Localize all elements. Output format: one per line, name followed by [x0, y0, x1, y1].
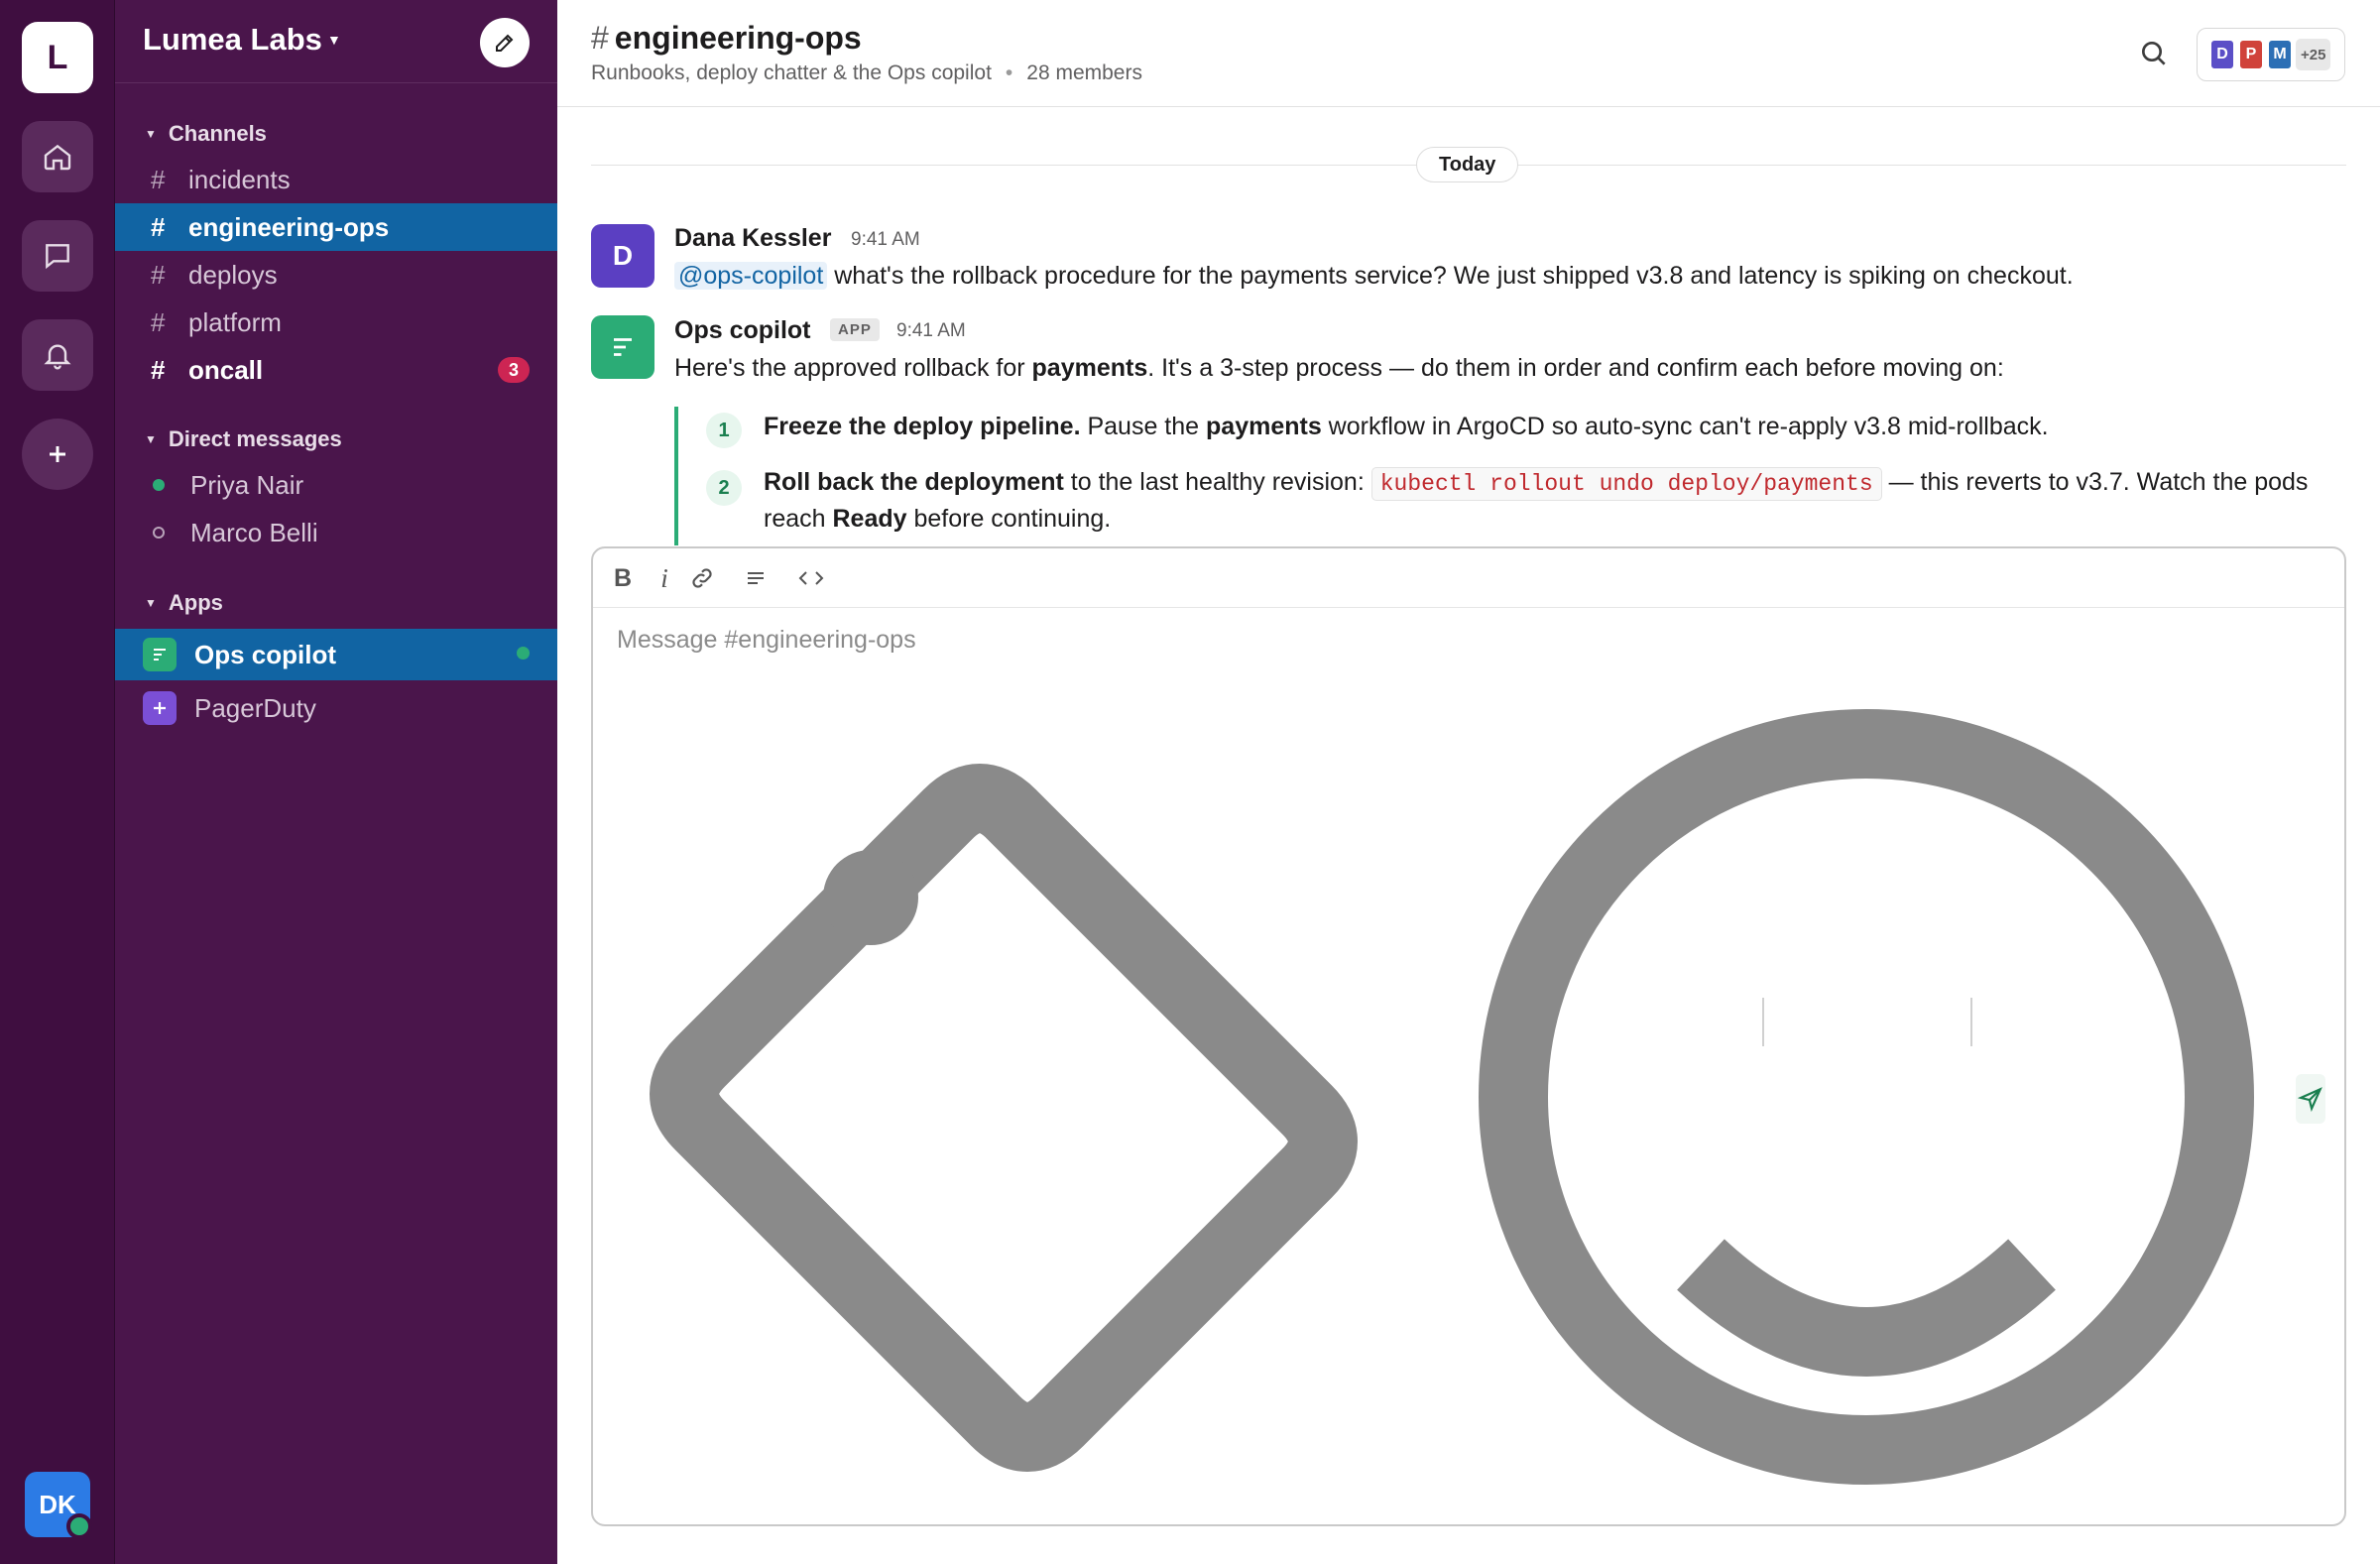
step-number: 1 — [706, 413, 742, 448]
emoji-icon[interactable] — [1479, 709, 2254, 1485]
steps-blockquote-bar — [674, 407, 678, 545]
sidebar-item-label: incidents — [188, 164, 291, 194]
day-divider[interactable]: Today — [1416, 147, 1519, 182]
away-status-icon — [153, 527, 165, 539]
members-button[interactable]: D P M +25 — [2197, 28, 2345, 81]
message-timestamp[interactable]: 9:41 AM — [851, 229, 920, 251]
sidebar-item-engineering-ops[interactable]: # engineering-ops — [115, 203, 557, 251]
workspace-logo[interactable]: L — [22, 22, 93, 93]
list-icon[interactable] — [738, 560, 774, 596]
sidebar-item-label: PagerDuty — [194, 692, 316, 723]
activity-button[interactable] — [22, 319, 93, 391]
channel-header: # engineering-ops Runbooks, deploy chatte… — [557, 0, 2380, 107]
member-avatar: P — [2238, 39, 2264, 70]
message-body: Here's the approved rollback for payment… — [674, 354, 2004, 382]
app-tag: APP — [830, 318, 880, 341]
code-icon[interactable] — [793, 560, 829, 596]
step-text: Freeze the deploy pipeline. Pause the pa… — [764, 413, 2049, 440]
member-avatar: D — [2209, 39, 2235, 70]
message-author[interactable]: Dana Kessler — [674, 224, 831, 253]
ops-copilot-avatar[interactable] — [591, 315, 654, 379]
workspace-name[interactable]: Lumea Labs — [143, 22, 322, 58]
step-text-continued: reach Ready before continuing. — [764, 505, 1112, 533]
sidebar-item-label: Ops copilot — [194, 639, 336, 669]
sidebar: Lumea Labs ▼ ▼ Channels # incidents # engin… — [115, 0, 557, 1564]
chat-bubble-icon — [46, 244, 69, 270]
plus-icon — [50, 446, 65, 462]
sidebar-item-label: platform — [188, 306, 282, 337]
step-text: Roll back the deployment to the last hea… — [764, 467, 2308, 501]
collapse-caret-icon: ▼ — [145, 127, 157, 141]
ops-copilot-app-icon — [143, 638, 177, 671]
bold-icon[interactable]: B — [605, 560, 641, 596]
dms-button[interactable] — [22, 220, 93, 292]
add-workspace-button[interactable] — [22, 419, 93, 490]
sidebar-item-oncall[interactable]: # oncall 3 — [115, 346, 557, 394]
pagerduty-app-icon — [143, 691, 177, 725]
message-timestamp[interactable]: 9:41 AM — [896, 320, 966, 342]
sidebar-header: Lumea Labs ▼ — [115, 0, 557, 83]
hash-icon: # — [151, 164, 166, 194]
sidebar-item-priya-nair[interactable]: Priya Nair — [115, 461, 557, 509]
channels-section-header[interactable]: ▼ Channels — [145, 121, 267, 147]
search-icon[interactable] — [2138, 38, 2170, 69]
sidebar-item-ops-copilot[interactable]: Ops copilot — [115, 629, 557, 680]
unread-badge: 3 — [498, 357, 530, 383]
sidebar-item-platform[interactable]: # platform — [115, 299, 557, 346]
message-body: @ops-copilot what's the rollback procedu… — [674, 262, 2074, 291]
collapse-caret-icon: ▼ — [145, 432, 157, 446]
sidebar-item-deploys[interactable]: # deploys — [115, 251, 557, 299]
hash-icon: # — [151, 211, 166, 242]
tag-icon[interactable] — [650, 764, 1358, 1472]
dms-section-header[interactable]: ▼ Direct messages — [145, 426, 342, 452]
composer-attachment-emoji-glyphs — [650, 709, 2254, 1485]
online-status-icon — [153, 479, 165, 491]
hash-icon: # — [151, 306, 166, 337]
sidebar-item-label: oncall — [188, 354, 264, 385]
sidebar-item-label: Marco Belli — [190, 517, 318, 547]
sidebar-item-pagerduty[interactable]: PagerDuty — [115, 682, 557, 734]
channel-title[interactable]: # engineering-ops — [591, 20, 862, 57]
hash-icon: # — [151, 259, 166, 290]
member-avatar: M — [2267, 39, 2293, 70]
compose-button[interactable] — [480, 18, 530, 67]
pencil-icon — [496, 34, 514, 52]
sidebar-item-incidents[interactable]: # incidents — [115, 156, 557, 203]
online-status-icon — [517, 647, 530, 660]
link-icon[interactable] — [684, 560, 720, 596]
collapse-caret-icon: ▼ — [145, 596, 157, 610]
sidebar-item-label: deploys — [188, 259, 278, 290]
member-count: 28 members — [1026, 61, 1142, 84]
ops-copilot-icon — [614, 338, 632, 356]
sidebar-item-marco-belli[interactable]: Marco Belli — [115, 509, 557, 556]
send-button[interactable] — [2296, 1074, 2325, 1124]
step-number: 2 — [706, 470, 742, 506]
send-icon — [2298, 1087, 2322, 1112]
home-icon — [44, 144, 71, 171]
sidebar-item-label: engineering-ops — [188, 211, 390, 242]
bell-icon — [44, 344, 71, 370]
user-presence-indicator — [66, 1513, 92, 1539]
workspace-rail: L DK — [0, 0, 115, 1564]
workspace-caret-icon[interactable]: ▼ — [327, 32, 341, 48]
apps-section-header[interactable]: ▼ Apps — [145, 590, 223, 616]
member-overflow-count: +25 — [2296, 39, 2331, 70]
sidebar-item-label: Priya Nair — [190, 469, 304, 500]
mention-link[interactable]: @ops-copilot — [674, 262, 828, 290]
avatar[interactable]: D — [591, 224, 654, 288]
italic-icon[interactable]: i — [647, 560, 682, 596]
inline-code[interactable]: kubectl rollout undo deploy/payments — [1370, 467, 1882, 501]
message-composer[interactable]: B i Message #engineering-ops — [591, 546, 2346, 1526]
channel-view: # engineering-ops Runbooks, deploy chatte… — [557, 0, 2380, 1564]
formatting-toolbar: B i — [593, 548, 2344, 608]
hash-icon: # — [151, 354, 166, 385]
channel-topic: Runbooks, deploy chatter & the Ops copil… — [591, 61, 1142, 84]
home-button[interactable] — [22, 121, 93, 192]
message-author[interactable]: Ops copilot — [674, 316, 811, 345]
